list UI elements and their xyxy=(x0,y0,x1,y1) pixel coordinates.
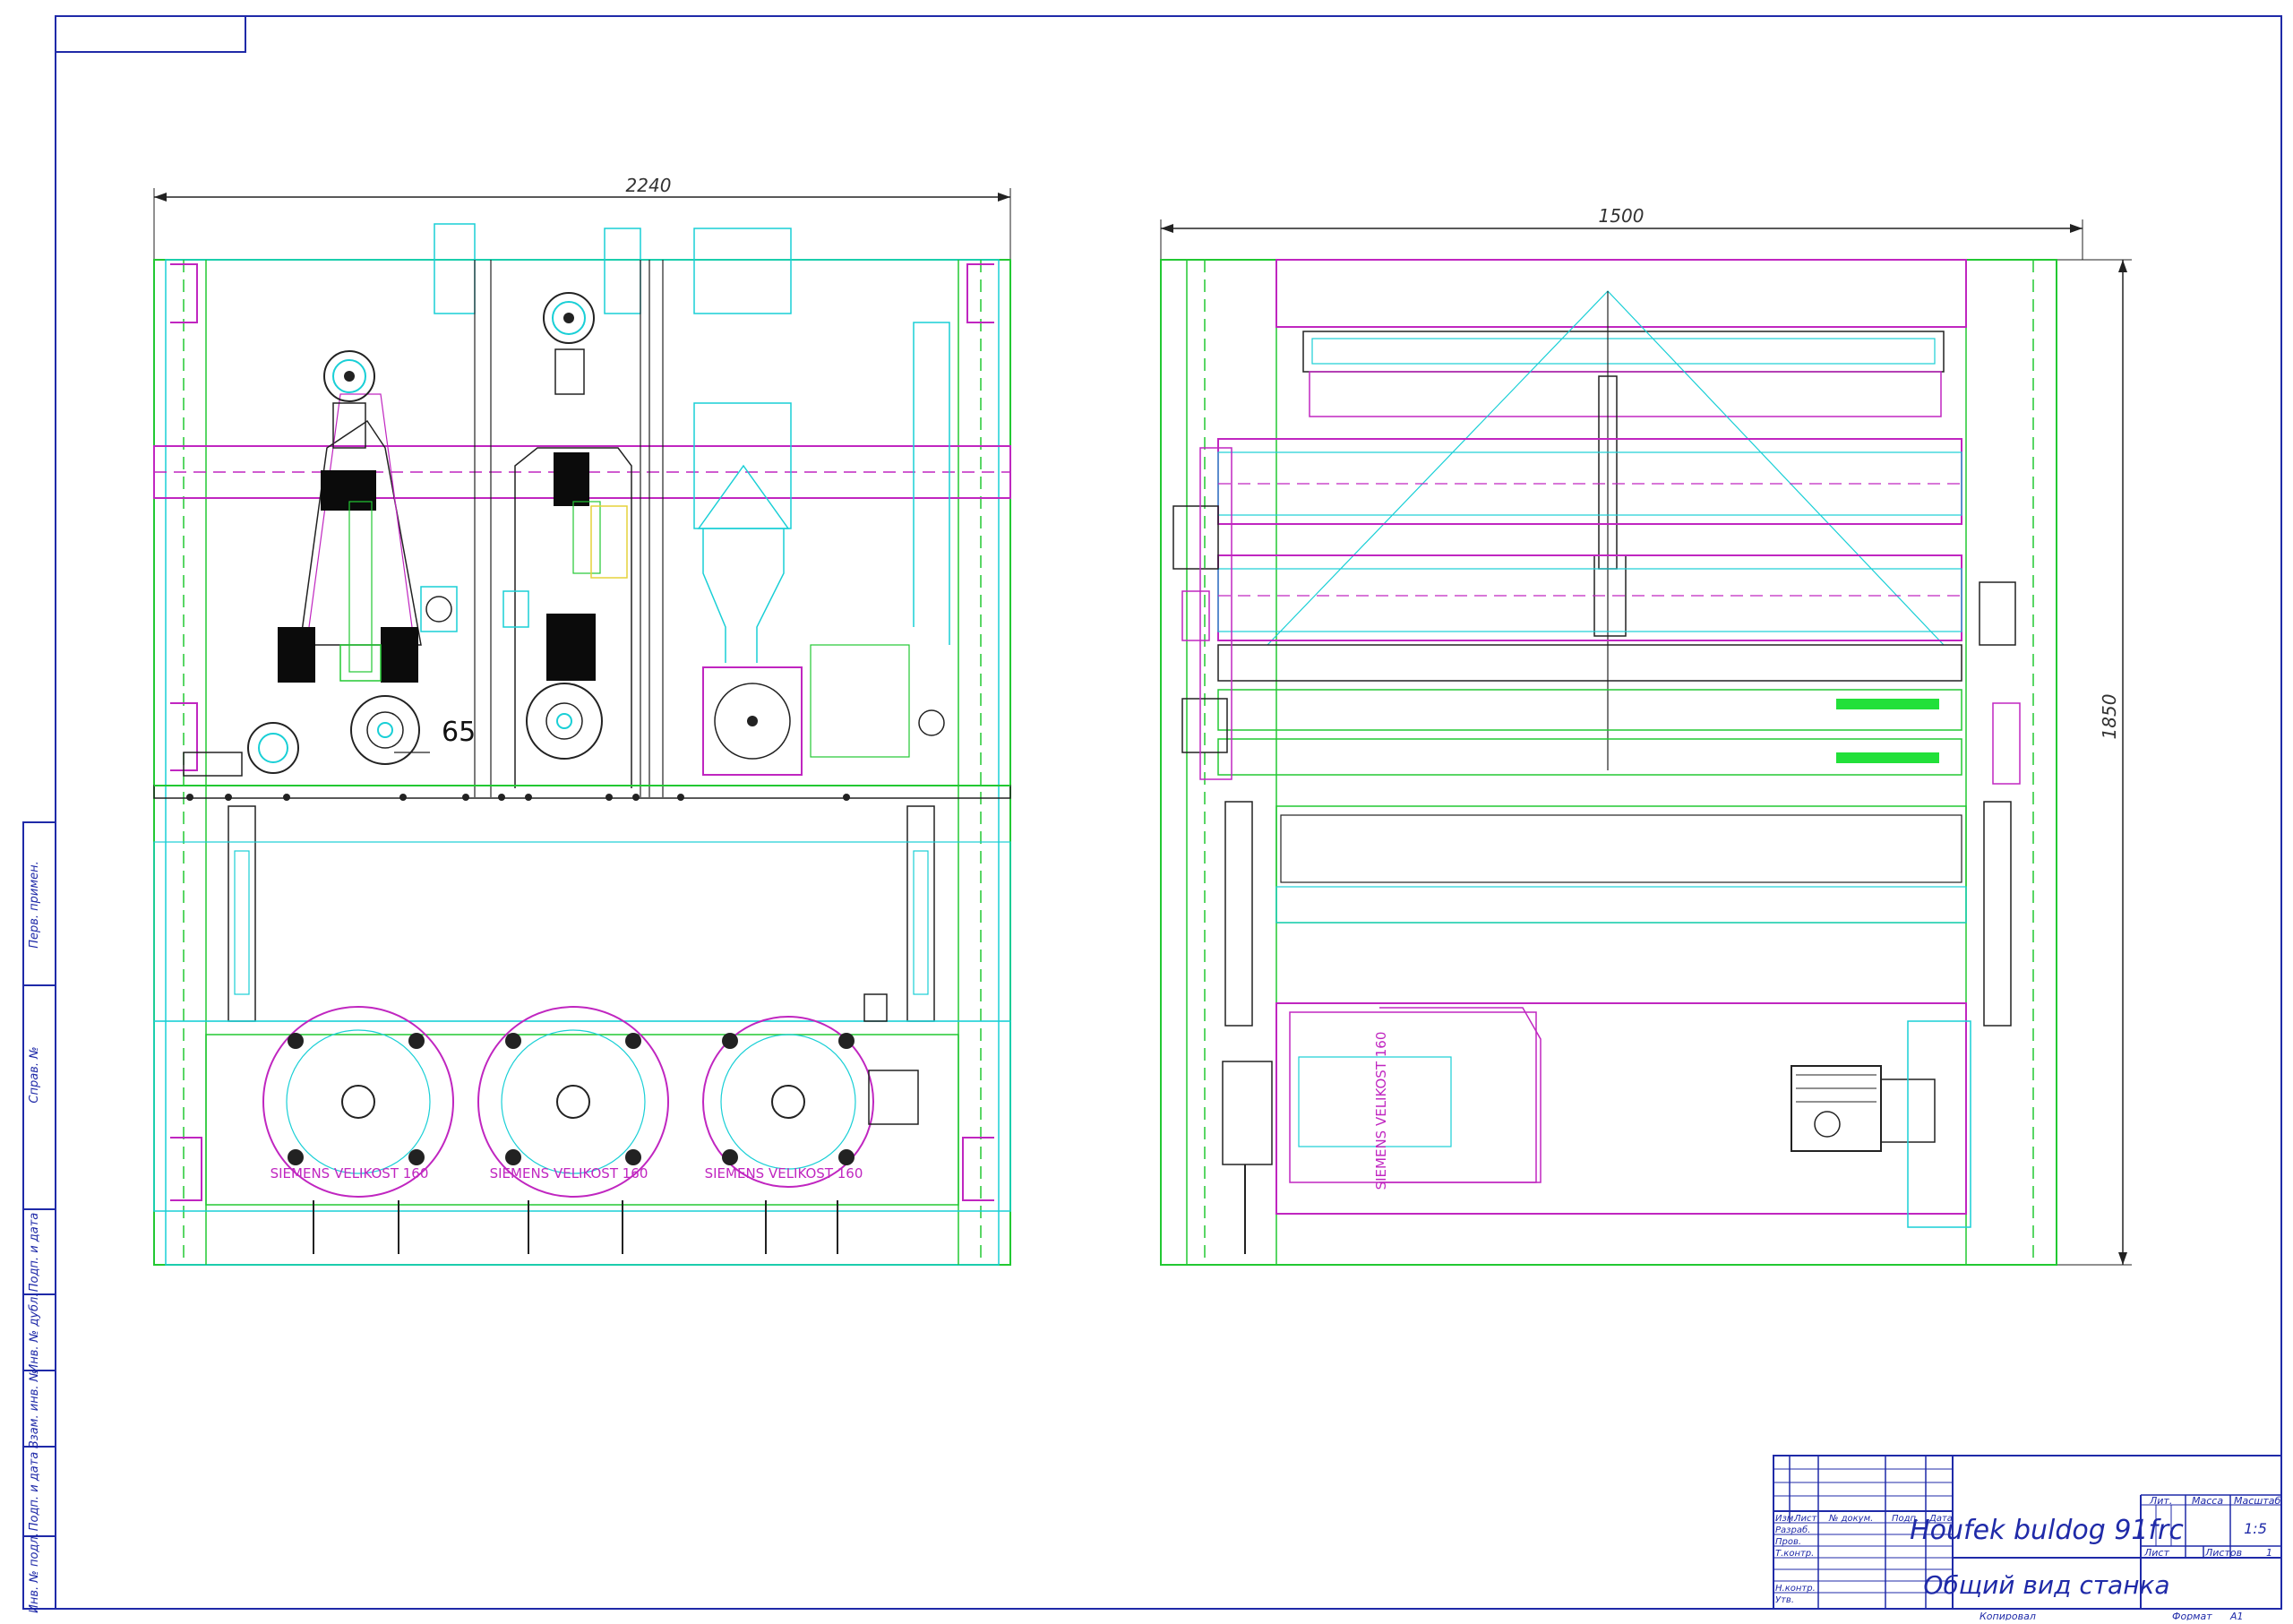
corner-stamp xyxy=(55,15,246,53)
motor-3-label: SIEMENS VELIKOST 160 xyxy=(705,1165,863,1181)
right-view: 1500 1850 SIEMENS VELIKOST 160 xyxy=(1160,205,2132,1266)
col-list: Лист xyxy=(1793,1514,1818,1524)
strip-label-podp2: Подп. и дата xyxy=(28,1452,41,1532)
copied-label: Копировал xyxy=(1980,1611,2036,1620)
drawing-subtitle: Общий вид станка xyxy=(1923,1570,2169,1600)
drawing-title: Houfek buldog 91frc xyxy=(1910,1515,2184,1546)
strip-label-sprav: Справ. № xyxy=(28,1046,41,1103)
role-tkontr: Т.контр. xyxy=(1775,1549,1814,1559)
right-motor-label: SIEMENS VELIKOST 160 xyxy=(1373,1032,1389,1190)
sheets-label: Листов xyxy=(2204,1547,2242,1559)
scale-label: Масштаб xyxy=(2234,1495,2280,1507)
strip-label-perv: Перв. примен. xyxy=(28,861,41,949)
scale-value: 1:5 xyxy=(2244,1520,2267,1537)
motor-1-label: SIEMENS VELIKOST 160 xyxy=(271,1165,429,1181)
bed-bolts xyxy=(186,794,850,801)
sheets-value: 1 xyxy=(2266,1547,2272,1559)
green-strip-2 xyxy=(1836,752,1939,763)
strip-label-podp1: Подп. и дата xyxy=(28,1213,41,1293)
role-nkontr: Н.контр. xyxy=(1775,1584,1816,1594)
mass-label: Масса xyxy=(2192,1495,2223,1507)
dim-65-label: 65 xyxy=(442,717,476,748)
drawing-sheet: Перв. примен. Справ. № Подп. и дата Инв.… xyxy=(0,0,2293,1622)
strip-label-vzam: Взам. инв. № xyxy=(28,1370,41,1448)
title-block: Изм. Лист № докум. Подп. Дата Разраб. Пр… xyxy=(1773,1455,2282,1622)
outer-frame xyxy=(55,15,2282,1610)
format-value: A1 xyxy=(2229,1611,2244,1620)
motor-2-label: SIEMENS VELIKOST 160 xyxy=(490,1165,648,1181)
lit-label: Лит. xyxy=(2149,1495,2172,1507)
green-strip-1 xyxy=(1836,699,1939,709)
drawing-canvas: Перв. примен. Справ. № Подп. и дата Инв.… xyxy=(22,15,2282,1622)
col-izm: Изм. xyxy=(1775,1514,1797,1524)
sheet-label: Лист xyxy=(2143,1547,2169,1559)
side-strip: Перв. примен. Справ. № Подп. и дата Инв.… xyxy=(22,821,56,1613)
dim-2240-label: 2240 xyxy=(626,175,672,196)
role-utv: Утв. xyxy=(1775,1595,1794,1605)
dim-1850-label: 1850 xyxy=(2099,694,2120,740)
dim-1500-label: 1500 xyxy=(1599,205,1645,227)
strip-label-podl: Инв. № подл. xyxy=(28,1533,41,1613)
role-prov: Пров. xyxy=(1775,1537,1801,1547)
left-view: 2240 65 SIEMENS VELIKOST 160 SIEMENS VEL… xyxy=(153,175,1011,1266)
col-doc: № докум. xyxy=(1828,1514,1873,1524)
strip-label-dubl: Инв. № дубл. xyxy=(28,1293,41,1373)
role-razrab: Разраб. xyxy=(1775,1525,1810,1535)
format-label: Формат xyxy=(2172,1611,2212,1620)
